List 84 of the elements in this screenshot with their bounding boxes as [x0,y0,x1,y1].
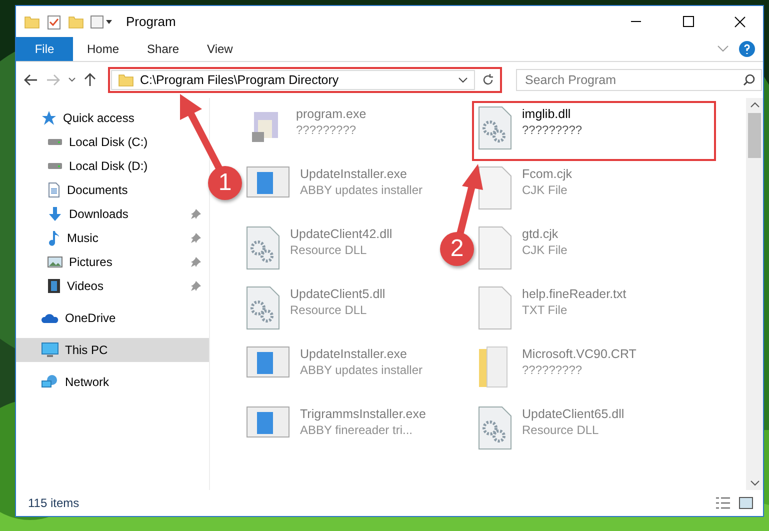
drive-icon [47,162,63,170]
file-name[interactable]: gtd.cjk [522,227,568,241]
file-type: Resource DLL [290,243,368,257]
drive-icon [47,138,63,146]
computer-icon [41,342,59,358]
sidebar-item[interactable]: Quick access [16,106,142,130]
maximize-icon[interactable] [682,16,694,27]
chevron-down-icon[interactable] [68,77,76,83]
file-name[interactable]: Microsoft.VC90.CRT [522,347,636,361]
installer-icon [246,346,290,378]
file-type: Resource DLL [290,303,368,317]
file-name[interactable]: UpdateClient5.dll [290,287,386,301]
film-icon [47,278,61,294]
file-name[interactable]: imglib.dll [522,107,582,121]
installer-icon [246,406,290,438]
installer-icon [246,166,290,198]
sidebar-item[interactable]: Videos [16,274,209,298]
file-type: ????????? [522,363,584,377]
file-name[interactable]: UpdateClient42.dll [290,227,392,241]
annotation-arrow [456,164,483,235]
file-name[interactable]: TrigrammsInstaller.exe [300,407,426,421]
sidebar-item[interactable]: Documents [16,178,136,202]
gear-file-icon [478,406,512,450]
file-icon [478,226,512,270]
pin-icon[interactable] [191,209,201,219]
sidebar-item[interactable]: Network [16,370,118,394]
gear-file-icon [246,286,280,330]
pictures-icon [47,256,63,268]
folder-icon [118,73,134,87]
file-type: ABBY finereader tri... [300,423,414,437]
sidebar-item[interactable]: OneDrive [16,306,124,330]
sidebar-item[interactable]: Local Disk (C:) [16,130,156,154]
sidebar-item[interactable]: Downloads [16,202,209,226]
chevron-down-icon[interactable] [458,77,468,83]
file-icon [478,286,512,330]
back-arrow-icon[interactable] [24,74,38,86]
scrollbar-thumb[interactable] [748,113,761,158]
details-view-icon[interactable] [715,497,731,509]
new-folder-icon [68,14,84,28]
document-icon [47,182,61,198]
file-type: ABBY updates installer [300,363,423,377]
star-icon [41,110,57,126]
scrollbar[interactable] [746,98,763,490]
item-count: 115 items [28,496,80,510]
music-note-icon [47,230,61,246]
file-name[interactable]: program.exe [296,107,366,121]
help-icon[interactable] [739,41,755,57]
gear-file-icon [246,226,280,270]
ribbon-tab[interactable]: View [193,37,247,61]
customize-icon[interactable] [90,14,114,28]
sidebar-item[interactable]: Pictures [16,250,209,274]
network-icon [41,374,59,390]
download-icon [47,206,63,222]
file-type: TXT File [522,303,568,317]
window-title: Program [126,14,177,29]
file-type: ????????? [296,123,358,137]
sidebar-item[interactable]: This PC [16,338,209,362]
gear-file-icon [478,106,512,150]
sidebar-item[interactable]: Music [16,226,209,250]
file-icon [478,166,512,210]
close-icon[interactable] [734,16,746,28]
file-type: CJK File [522,243,568,257]
file-name[interactable]: UpdateInstaller.exe [300,347,423,361]
ribbon-tab[interactable]: Share [133,37,194,61]
file-name[interactable]: Fcom.cjk [522,167,572,181]
file-type: Resource DLL [522,423,600,437]
pin-icon[interactable] [191,257,201,267]
pin-icon[interactable] [191,233,201,243]
file-type: ABBY updates installer [300,183,423,197]
folder-icon [24,14,40,28]
file-name[interactable]: UpdateInstaller.exe [300,167,423,181]
ribbon-tab[interactable]: File [16,37,73,61]
refresh-icon[interactable] [482,74,494,86]
pin-icon[interactable] [191,281,201,291]
file-name[interactable]: help.fineReader.txt [522,287,626,301]
file-type: ????????? [522,123,582,137]
address-bar[interactable]: C:\Program Files\Program Directory [111,70,475,90]
file-type: CJK File [522,183,568,197]
large-icons-view-icon[interactable] [739,497,753,509]
ribbon-tab[interactable]: Home [73,37,134,61]
cloud-icon [41,312,59,324]
sidebar-item[interactable]: Local Disk (D:) [16,154,156,178]
file-name[interactable]: UpdateClient65.dll [522,407,624,421]
properties-icon[interactable] [46,14,62,30]
